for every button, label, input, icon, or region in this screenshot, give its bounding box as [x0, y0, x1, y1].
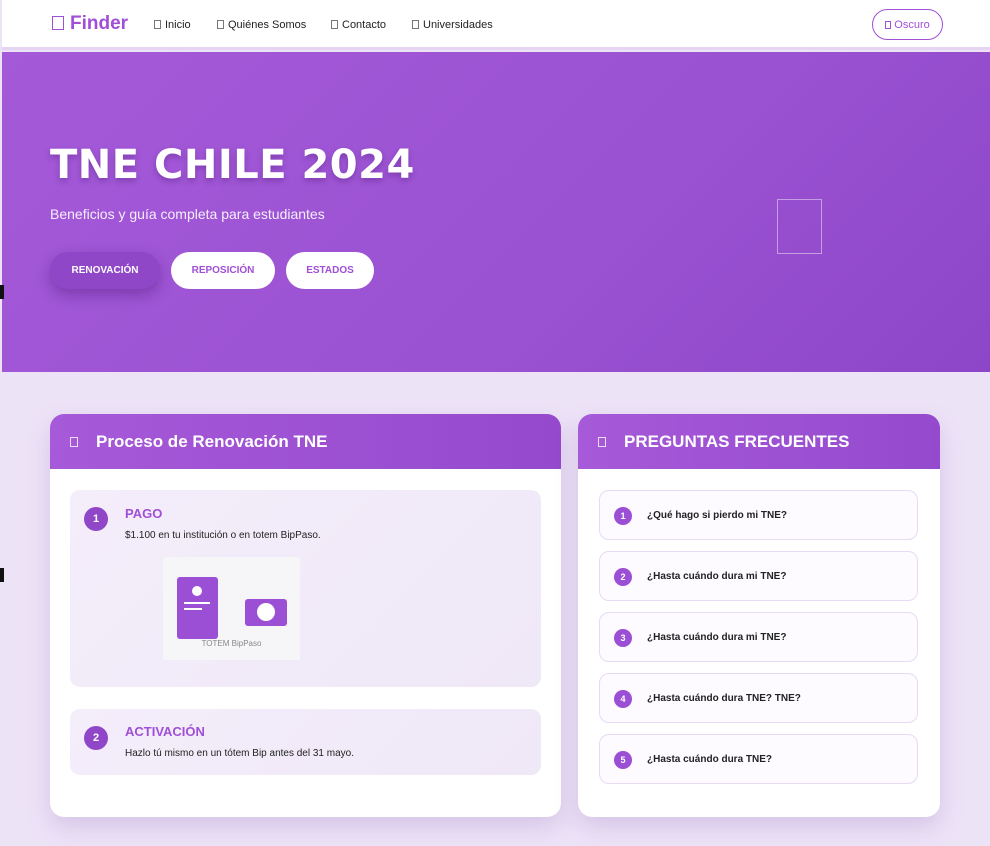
faq-item[interactable]: 5 ¿Hasta cuándo dura TNE?	[599, 734, 918, 784]
faq-number: 2	[614, 568, 632, 586]
top-navbar: Finder Inicio Quiénes Somos Contacto Uni…	[2, 0, 990, 50]
faq-item[interactable]: 1 ¿Qué hago si pierdo mi TNE?	[599, 490, 918, 540]
step-title: PAGO	[125, 506, 163, 521]
card-icon	[245, 599, 287, 626]
process-card-header: Proceso de Renovación TNE	[50, 414, 561, 469]
nav-label: Universidades	[423, 19, 493, 31]
step-description: $1.100 en tu institución o en totem BipP…	[125, 530, 321, 541]
faq-card-title: PREGUNTAS FRECUENTES	[624, 431, 850, 451]
hero-banner: TNE CHILE 2024 Beneficios y guía complet…	[2, 52, 990, 372]
faq-number: 4	[614, 690, 632, 708]
faq-item[interactable]: 3 ¿Hasta cuándo dura mi TNE?	[599, 612, 918, 662]
faq-item[interactable]: 4 ¿Hasta cuándo dura TNE? TNE?	[599, 673, 918, 723]
university-icon	[412, 20, 419, 29]
nav-item-contacto[interactable]: Contacto	[331, 19, 386, 31]
renovation-process-card: Proceso de Renovación TNE 1 PAGO $1.100 …	[50, 414, 561, 817]
faq-number: 1	[614, 507, 632, 525]
faq-question: ¿Hasta cuándo dura TNE? TNE?	[647, 693, 801, 704]
question-icon	[598, 436, 606, 447]
faq-card: PREGUNTAS FRECUENTES 1 ¿Qué hago si pier…	[578, 414, 940, 817]
brand-icon	[52, 16, 64, 30]
totem-illustration: TOTEM BipPaso	[163, 557, 300, 660]
moon-icon	[885, 20, 892, 29]
process-icon	[70, 436, 78, 447]
totem-icon	[177, 577, 218, 639]
contact-icon	[331, 20, 338, 29]
nav-label: Quiénes Somos	[228, 19, 307, 31]
nav-label: Contacto	[342, 19, 387, 31]
hero-title: TNE CHILE 2024	[50, 142, 415, 188]
edge-marker	[0, 568, 4, 582]
brand-name: Finder	[70, 13, 129, 34]
faq-question: ¿Qué hago si pierdo mi TNE?	[647, 510, 788, 521]
faq-card-header: PREGUNTAS FRECUENTES	[578, 414, 940, 469]
step-activacion: 2 ACTIVACIÓN Hazlo tú mismo en un tótem …	[70, 709, 541, 775]
illustration-label: TOTEM BipPaso	[201, 639, 262, 648]
faq-question: ¿Hasta cuándo dura TNE?	[647, 754, 773, 765]
faq-number: 5	[614, 751, 632, 769]
step-title: ACTIVACIÓN	[125, 724, 205, 739]
step-pago: 1 PAGO $1.100 en tu institución o en tot…	[70, 490, 541, 687]
faq-question: ¿Hasta cuándo dura mi TNE?	[647, 571, 787, 582]
estados-button[interactable]: ESTADOS	[286, 252, 374, 289]
nav-item-inicio[interactable]: Inicio	[154, 19, 191, 31]
hero-decoration-icon	[777, 199, 822, 254]
process-card-title: Proceso de Renovación TNE	[96, 431, 328, 451]
info-icon	[217, 20, 224, 29]
faq-number: 3	[614, 629, 632, 647]
hero-subtitle: Beneficios y guía completa para estudian…	[50, 206, 325, 222]
faq-item[interactable]: 2 ¿Hasta cuándo dura mi TNE?	[599, 551, 918, 601]
edge-marker	[0, 285, 4, 299]
nav-item-quienes-somos[interactable]: Quiénes Somos	[217, 19, 306, 31]
home-icon	[154, 20, 161, 29]
renovacion-button[interactable]: RENOVACIÓN	[50, 252, 160, 289]
nav-item-universidades[interactable]: Universidades	[412, 19, 493, 31]
theme-toggle-label: Oscuro	[894, 18, 930, 31]
brand-logo[interactable]: Finder	[52, 13, 128, 35]
step-number: 1	[84, 507, 108, 531]
reposicion-button[interactable]: REPOSICIÓN	[171, 252, 275, 289]
step-number: 2	[84, 726, 108, 750]
theme-toggle-button[interactable]: Oscuro	[872, 9, 943, 40]
nav-label: Inicio	[165, 19, 191, 31]
faq-question: ¿Hasta cuándo dura mi TNE?	[647, 632, 787, 643]
step-description: Hazlo tú mismo en un tótem Bip antes del…	[125, 748, 355, 759]
